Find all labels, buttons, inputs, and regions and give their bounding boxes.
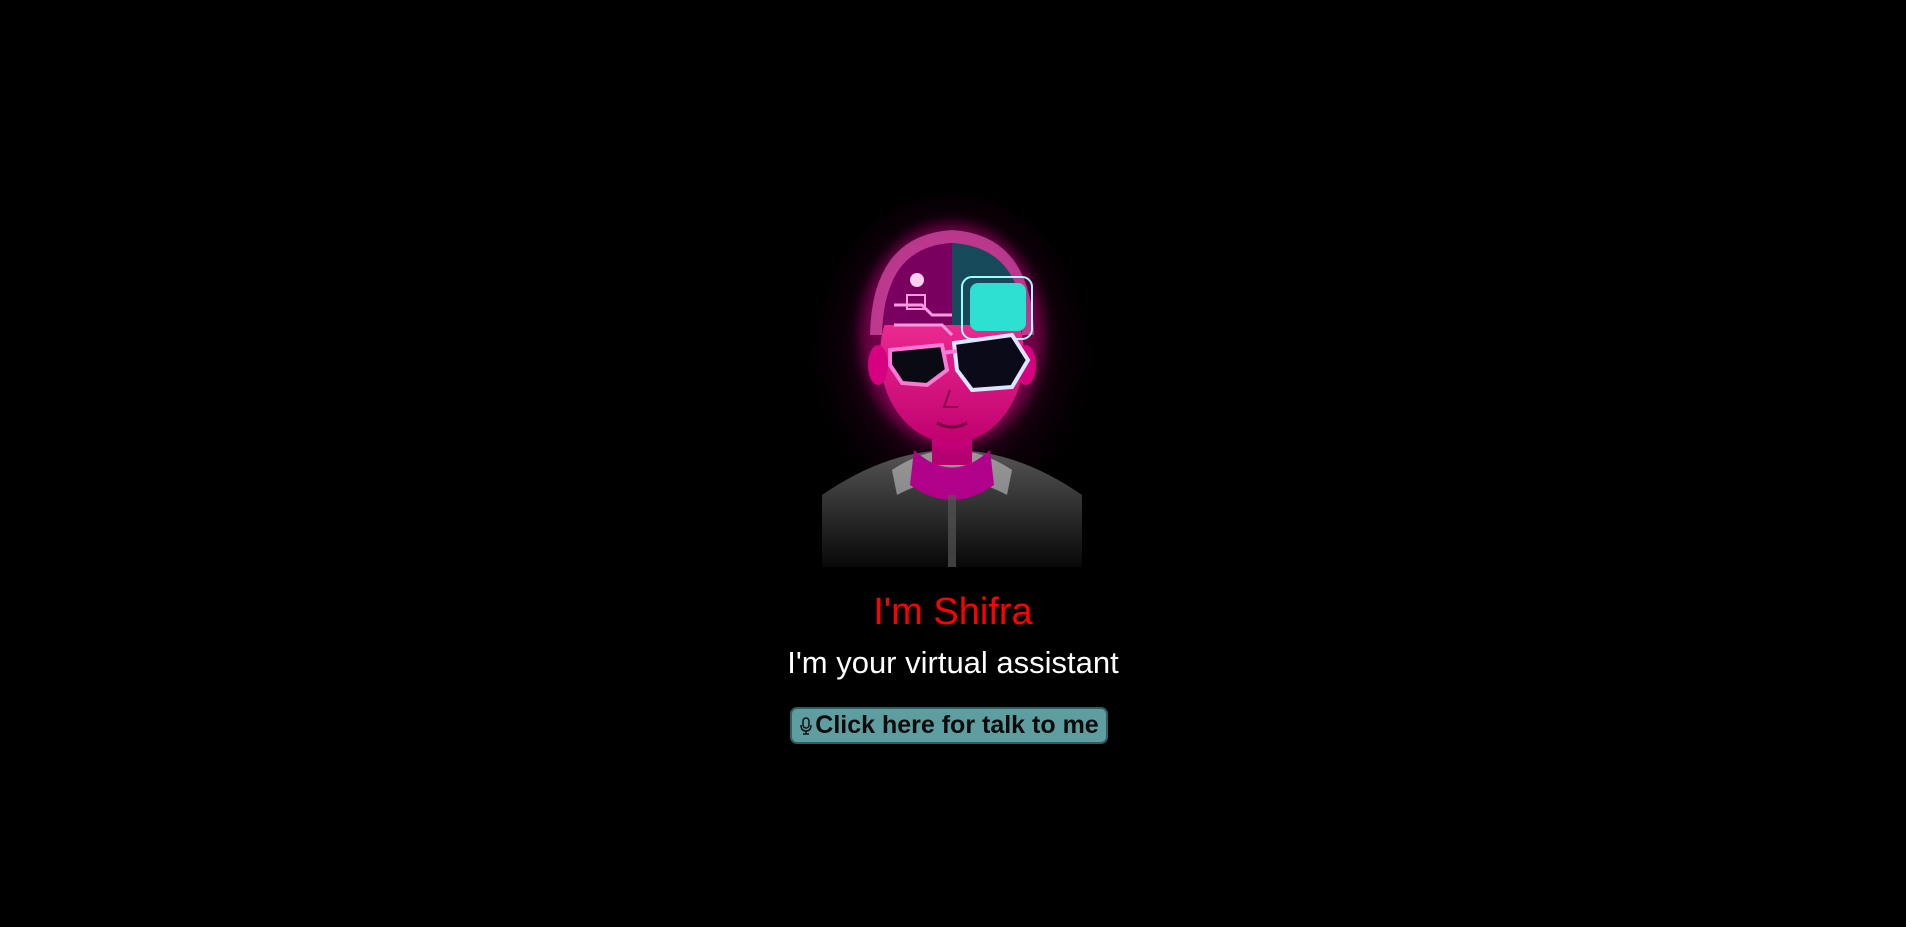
- assistant-avatar-image: [802, 195, 1102, 567]
- assistant-name-heading: I'm Shifra: [873, 591, 1033, 633]
- assistant-tagline: I'm your virtual assistant: [787, 645, 1119, 680]
- microphone-icon: [799, 716, 813, 736]
- talk-button-label: Click here for talk to me: [815, 711, 1099, 739]
- page: I'm Shifra I'm your virtual assistant Cl…: [0, 0, 1906, 927]
- talk-to-me-button[interactable]: Click here for talk to me: [790, 707, 1108, 744]
- cyber-assistant-avatar-icon: [812, 195, 1092, 567]
